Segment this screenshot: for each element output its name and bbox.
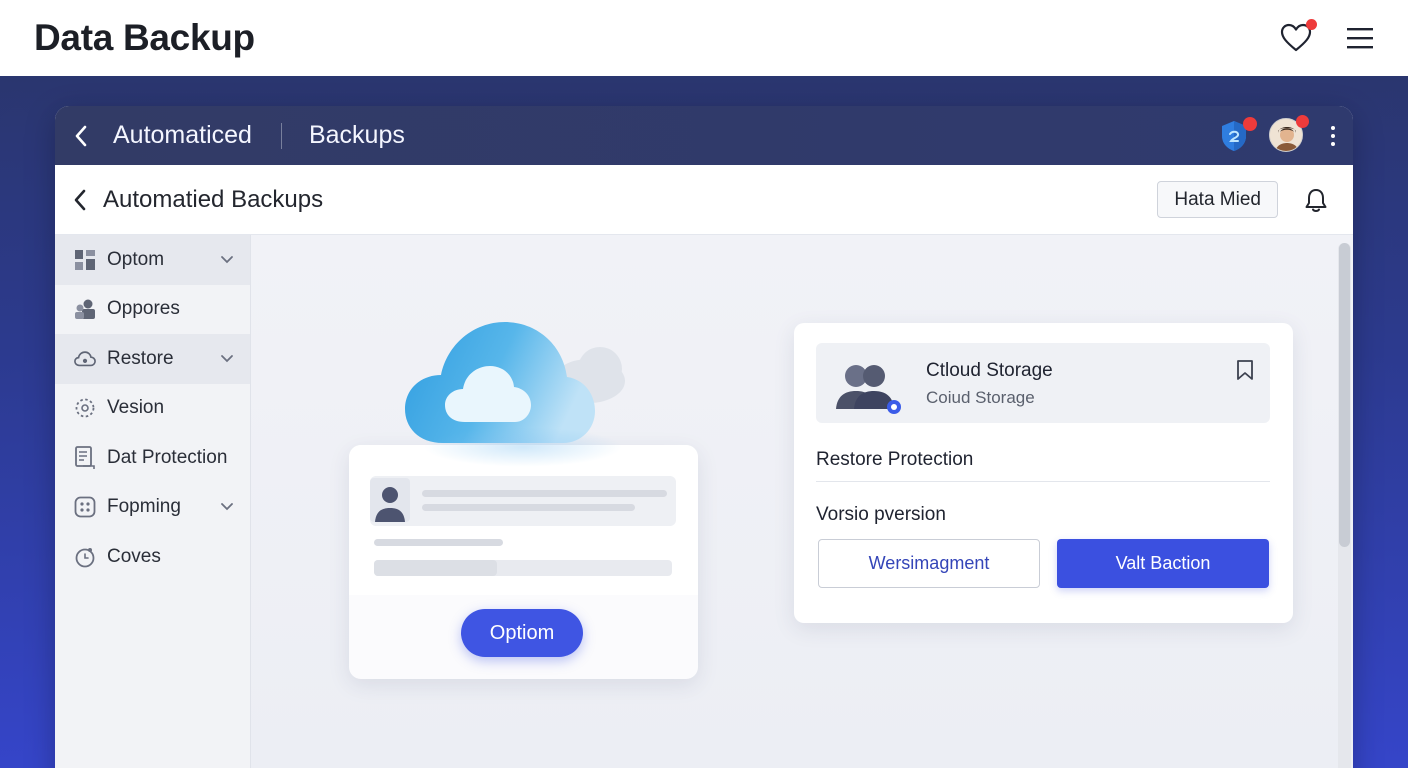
optiom-button[interactable]: Optiom [461,609,583,657]
sidebar-item-label: Coves [107,545,161,567]
users-icon [74,298,96,320]
notifications-button[interactable] [1304,187,1328,213]
sidebar-item-label: Fopming [107,496,181,518]
user-avatar[interactable] [1269,114,1309,154]
illustration-user-row [370,476,676,526]
progress-fill [374,560,497,576]
notification-dot [1306,19,1317,30]
sidebar-item-label: Oppores [107,298,180,320]
breadcrumb-first[interactable]: Automaticed [113,121,252,150]
chevron-down-icon [220,352,234,366]
illustration-panel [349,445,698,595]
backup-illustration-card: Optiom [349,445,698,679]
sidebar-item-label: Vesion [107,397,165,419]
back-button[interactable] [73,125,95,147]
wersimagment-button[interactable]: Wersimagment [818,539,1040,588]
storage-title: Ctloud Storage [926,360,1053,381]
sidebar-item-optom[interactable]: Optom [55,235,250,285]
page-header: Data Backup [0,0,1408,76]
security-button[interactable] [1219,116,1257,153]
sidebar-item-label: Dat Protection [107,446,228,468]
hamburger-icon [1347,28,1373,49]
clock-icon [74,546,96,568]
sub-header: Automatied Backups Hata Mied [55,165,1353,235]
dots-grid-icon [74,496,96,518]
sidebar-item-fopming[interactable]: Fopming [55,483,250,533]
chevron-down-icon [220,500,234,514]
breadcrumb-divider [280,122,282,149]
sidebar-item-restore[interactable]: Restore [55,334,250,384]
cloud-illustration [403,317,643,467]
storage-subtitle: Coiud Storage [926,388,1035,407]
scrollbar[interactable] [1338,243,1351,768]
sidebar-item-coves[interactable]: Coves [55,532,250,582]
bookmark-button[interactable] [1236,359,1254,386]
sidebar: Optom Oppores Restore Vesion Dat Protect… [55,235,251,768]
header-actions [1280,19,1374,53]
sub-back-button[interactable] [71,187,89,213]
app-window: Automaticed Backups Automatied Backups H… [55,106,1353,768]
main-content: Optiom Ctloud Storage Coiud Storage Rest… [251,235,1353,768]
users-icon [836,365,901,414]
divider [816,481,1270,482]
sidebar-item-vesion[interactable]: Vesion [55,384,250,434]
kebab-dot [1331,141,1335,146]
breadcrumb: Automaticed Backups [73,121,405,150]
window-bar: Automaticed Backups [55,106,1353,165]
bell-icon [1305,188,1327,212]
placeholder-line [422,490,667,497]
restore-protection-label: Restore Protection [816,449,974,470]
chevron-left-icon [75,125,87,146]
kebab-dot [1331,125,1335,130]
breadcrumb-second[interactable]: Backups [309,121,405,150]
page-title: Data Backup [34,17,255,58]
sidebar-item-label: Optom [107,248,165,270]
cloud-glow [423,427,623,467]
storage-settings-card: Ctloud Storage Coiud Storage Restore Pro… [794,323,1293,623]
more-options-button[interactable] [1331,125,1335,146]
scrollbar-thumb[interactable] [1339,243,1350,547]
chevron-left-icon [74,189,86,210]
placeholder-line [374,539,503,546]
version-icon [74,397,96,419]
sidebar-item-label: Restore [107,347,174,369]
sidebar-item-oppores[interactable]: Oppores [55,285,250,335]
app-body: Optom Oppores Restore Vesion Dat Protect… [55,235,1353,768]
sub-title: Automatied Backups [103,185,324,213]
valt-baction-button[interactable]: Valt Baction [1057,539,1269,588]
version-label: Vorsio pversion [816,504,946,525]
cloud-icon [74,348,96,370]
cloud-storage-row[interactable]: Ctloud Storage Coiud Storage [816,343,1270,423]
hata-mied-button[interactable]: Hata Mied [1157,181,1278,218]
notification-dot [1296,114,1309,128]
chevron-down-icon [220,253,234,267]
sidebar-item-dat-protection[interactable]: Dat Protection [55,433,250,483]
favorites-button[interactable] [1280,19,1317,53]
person-icon [370,478,410,522]
kebab-dot [1331,133,1335,138]
document-icon [74,445,96,469]
bookmark-icon [1237,360,1253,380]
grid-icon [74,249,96,271]
menu-button[interactable] [1346,26,1374,50]
notification-dot [1243,116,1257,131]
placeholder-line [422,504,635,511]
window-bar-actions [1219,114,1335,154]
